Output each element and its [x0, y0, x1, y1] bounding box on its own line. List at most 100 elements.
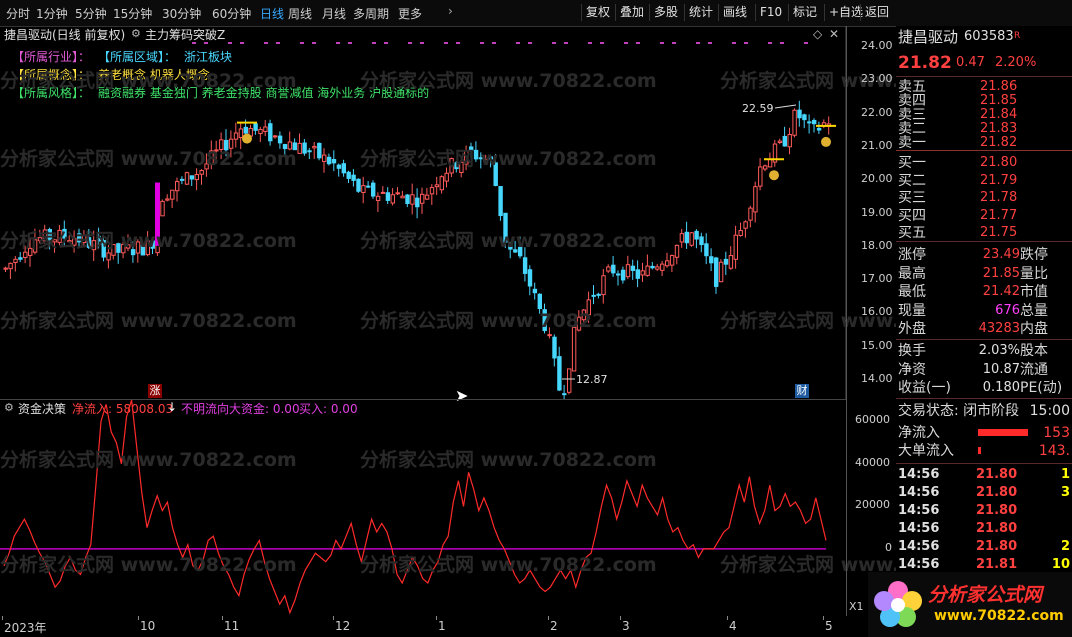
candle: [567, 368, 572, 395]
candle: [684, 221, 689, 249]
tick-volume: 2: [1060, 539, 1070, 554]
x1-label: X1: [849, 600, 864, 613]
candle-body: [18, 257, 23, 260]
tab-period-1[interactable]: 1分钟: [36, 5, 68, 22]
watermark-text: 分析家公式网 www.70822.com: [360, 310, 657, 332]
toolbar-button-3[interactable]: 统计: [684, 4, 717, 21]
candle: [630, 259, 636, 280]
tab-period-0[interactable]: 分时: [6, 5, 30, 22]
tab-period-2[interactable]: 5分钟: [75, 5, 107, 22]
tab-period-6[interactable]: 日线: [260, 5, 284, 22]
logo-text: 分析家公式网: [928, 584, 1043, 606]
candle-body: [189, 175, 195, 180]
candle: [709, 248, 714, 272]
toolbar-button-5[interactable]: F10: [755, 4, 786, 21]
candle: [596, 292, 601, 299]
candle: [160, 199, 165, 217]
candle: [380, 186, 386, 194]
fund-indicator-chart[interactable]: ⚙ 资金决策 净流入: 58008.03 ↓ 不明流向大资金: 0.00 买入:…: [0, 399, 1017, 617]
stat-value: 21.42: [982, 284, 1020, 299]
price-tick-2: 22.00: [861, 105, 893, 119]
candle: [268, 119, 273, 146]
toolbar-button-4[interactable]: 画线: [718, 4, 751, 21]
stat-value: 23.49: [982, 247, 1020, 262]
candle-body: [302, 142, 307, 154]
candle-body: [763, 165, 768, 170]
candle: [718, 259, 724, 283]
quote-panel: 捷昌驱动 603583 R 21.82 0.47 2.20% 卖五 21.86 卖四…: [868, 26, 1072, 637]
watermark-text: 分析家公式网 www.70822.com: [360, 449, 657, 471]
candle: [18, 251, 23, 262]
candle-body: [238, 128, 244, 138]
candle-body: [782, 135, 787, 147]
candle-body: [341, 163, 347, 174]
candle: [405, 193, 410, 208]
tab-period-4[interactable]: 30分钟: [162, 5, 201, 22]
candle: [635, 260, 640, 288]
signal-dot: [240, 42, 244, 44]
candle: [674, 244, 680, 265]
ask-label: 卖一: [898, 135, 926, 151]
candle: [498, 186, 503, 221]
x-tick-2: 11: [224, 619, 240, 633]
toolbar-button-0[interactable]: 复权: [581, 4, 614, 21]
candle: [532, 282, 538, 300]
candle: [758, 158, 763, 191]
tick-price: 21.80: [976, 503, 1018, 518]
toolbar-button-2[interactable]: 多股: [649, 4, 682, 21]
candle-body: [777, 140, 783, 143]
stat-label: 最低: [898, 284, 926, 300]
more-arrow-icon[interactable]: ›: [448, 4, 453, 18]
ask-row-2: 卖三 21.84: [896, 107, 1072, 123]
toolbar-button-1[interactable]: 叠加: [615, 4, 648, 21]
signal-dot: [780, 42, 784, 44]
candle-body: [807, 121, 812, 124]
signal-dot: [564, 42, 568, 44]
candle-body: [371, 182, 376, 197]
stat2-row-2: 收益(一) 0.180 PE(动): [896, 379, 1072, 397]
candle-body: [733, 234, 738, 260]
candle-body: [317, 142, 322, 159]
candle: [371, 180, 376, 199]
stat2-value: 0.180: [982, 380, 1020, 395]
tab-period-9[interactable]: 多周期: [353, 5, 389, 22]
toolbar-button-6[interactable]: 标记: [788, 4, 821, 21]
tab-period-7[interactable]: 周线: [288, 5, 312, 22]
ask-label: 卖三: [898, 107, 926, 123]
toolbar-button-8[interactable]: 返回: [860, 4, 893, 21]
trade-time: 15:00: [1029, 403, 1070, 419]
ask-label: 卖五: [898, 79, 926, 95]
stock-name: 捷昌驱动: [898, 28, 959, 46]
candle: [189, 175, 195, 186]
logo-flower-icon: [874, 581, 922, 627]
watermark-text: 分析家公式网 www.70822.com: [0, 449, 297, 471]
x-tick-4: 1: [438, 619, 446, 633]
candle: [669, 254, 675, 272]
candle: [797, 100, 802, 127]
signal-dot: [696, 42, 700, 44]
signal-dot: [744, 42, 748, 44]
tick-time: 14:56: [898, 539, 940, 554]
tab-period-3[interactable]: 15分钟: [113, 5, 152, 22]
candle-body: [596, 293, 601, 296]
candle: [400, 190, 405, 199]
site-logo: 分析家公式网 www.70822.com: [868, 572, 1072, 637]
tab-period-8[interactable]: 月线: [322, 5, 346, 22]
tick-volume: 3: [1060, 485, 1070, 500]
stat2-label: 收益(一): [898, 380, 951, 396]
net-inflow-title: 净流入: [898, 425, 940, 441]
signal-dot: [552, 42, 556, 44]
tab-period-5[interactable]: 60分钟: [212, 5, 251, 22]
x-tick-mark: [548, 616, 549, 620]
candle: [645, 254, 650, 277]
candle-body: [655, 266, 660, 270]
signal-dot: [732, 42, 736, 44]
tab-period-10[interactable]: 更多: [398, 5, 422, 22]
kline-chart[interactable]: 捷昌驱动(日线 前复权) ⚙ 主力筹码突破Z ◇ ✕ 【所属行业】： 【所属区域】…: [0, 26, 1017, 405]
candle: [606, 264, 611, 274]
watermark-text: 分析家公式网 www.70822.com: [0, 230, 297, 252]
candle-body: [326, 156, 332, 165]
signal-dot: [444, 42, 448, 44]
candle: [557, 346, 562, 392]
candle-body: [385, 192, 391, 201]
